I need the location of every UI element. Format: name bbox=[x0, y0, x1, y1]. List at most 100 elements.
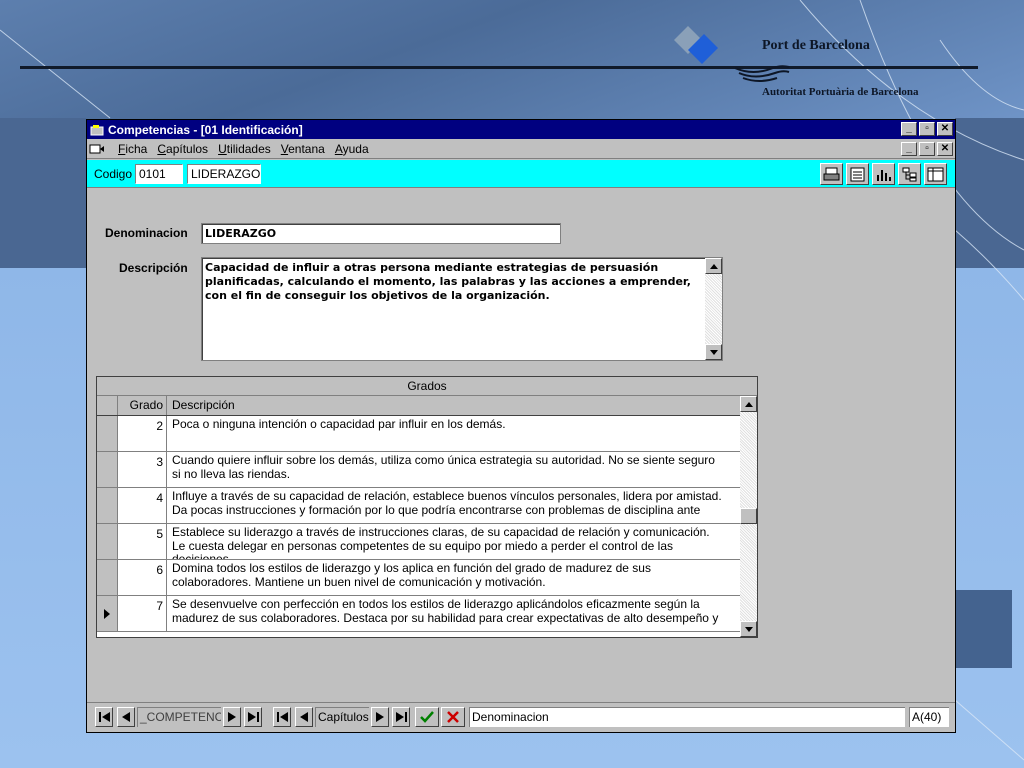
port-logo-icon bbox=[674, 26, 718, 64]
restore-button[interactable]: ▫ bbox=[919, 122, 935, 136]
row-selector[interactable] bbox=[97, 524, 118, 559]
window-title: Competencias - [01 Identificación] bbox=[108, 122, 303, 137]
grid-rows: 2 Poca o ninguna intención o capacidad p… bbox=[97, 416, 740, 637]
menu-ficha-label: icha bbox=[125, 141, 148, 156]
cancel-button[interactable] bbox=[441, 707, 465, 727]
descripcion-scrollbar[interactable] bbox=[705, 258, 722, 360]
chart-icon[interactable] bbox=[872, 163, 895, 185]
column-header-grado[interactable]: Grado bbox=[118, 396, 167, 415]
row-selector[interactable] bbox=[97, 488, 118, 523]
grid-scroll-down-button[interactable] bbox=[740, 621, 757, 637]
menu-ventana-label: entana bbox=[288, 141, 325, 156]
chapter-last-button[interactable] bbox=[392, 707, 410, 727]
toolbar-icons bbox=[820, 163, 947, 185]
doc-close-button[interactable]: ✕ bbox=[937, 142, 953, 156]
last-record-button[interactable] bbox=[244, 707, 262, 727]
table-row[interactable]: 5 Establece su liderazgo a través de ins… bbox=[97, 524, 740, 560]
print-icon[interactable] bbox=[820, 163, 843, 185]
app-icon bbox=[90, 124, 104, 135]
table-navigator-field[interactable]: _COMPETENCI bbox=[137, 707, 221, 727]
document-icon[interactable] bbox=[89, 143, 105, 155]
arrow-up-icon bbox=[709, 263, 718, 269]
codigo-field[interactable]: 0101 bbox=[135, 164, 183, 184]
grid-header: Grado Descripción bbox=[97, 396, 740, 416]
row-selector[interactable] bbox=[97, 452, 118, 487]
menu-ficha[interactable]: Ficha bbox=[113, 142, 152, 156]
descripcion-label: Descripción bbox=[119, 261, 188, 275]
next-icon bbox=[228, 712, 236, 722]
document-window-controls: _ ▫ ✕ bbox=[901, 142, 953, 156]
denominacion-label: Denominacion bbox=[105, 226, 188, 240]
menu-ayuda-label: yuda bbox=[342, 141, 369, 156]
competency-name-field[interactable]: LIDERAZGO bbox=[187, 164, 261, 184]
menu-capitulos-label: apítulos bbox=[166, 141, 209, 156]
codigo-label: Codigo bbox=[94, 167, 133, 181]
descripcion-cell: Domina todos los estilos de liderazgo y … bbox=[172, 561, 651, 589]
row-selector[interactable] bbox=[97, 560, 118, 595]
table-row[interactable]: 4 Influye a través de su capacidad de re… bbox=[97, 488, 740, 524]
first-record-button[interactable] bbox=[95, 707, 113, 727]
descripcion-text: Capacidad de influir a otras persona med… bbox=[205, 261, 691, 302]
table-row[interactable]: 6 Domina todos los estilos de liderazgo … bbox=[97, 560, 740, 596]
confirm-button[interactable] bbox=[415, 707, 439, 727]
grado-cell: 7 bbox=[118, 596, 167, 631]
first-icon bbox=[276, 712, 288, 722]
denominacion-input[interactable]: LIDERAZGO bbox=[201, 223, 561, 244]
descripcion-cell: Establece su liderazgo a través de instr… bbox=[172, 525, 710, 559]
row-selector[interactable] bbox=[97, 416, 118, 451]
menu-ayuda[interactable]: Ayuda bbox=[330, 142, 374, 156]
next-record-button[interactable] bbox=[223, 707, 241, 727]
next-icon bbox=[376, 712, 384, 722]
scroll-up-button[interactable] bbox=[705, 258, 722, 274]
current-row-icon bbox=[104, 608, 110, 619]
grid-scrollbar[interactable] bbox=[740, 396, 757, 637]
chapter-navigator-field[interactable]: Capítulos bbox=[315, 707, 369, 727]
table-row-current[interactable]: 7 Se desenvuelve con perfección en todos… bbox=[97, 596, 740, 632]
columns-icon[interactable] bbox=[924, 163, 947, 185]
menu-utilidades-mnemonic: U bbox=[218, 141, 227, 156]
window-controls: _ ▫ ✕ bbox=[901, 122, 953, 136]
menu-capitulos[interactable]: Capítulos bbox=[152, 142, 213, 156]
previous-record-button[interactable] bbox=[117, 707, 135, 727]
previous-icon bbox=[122, 712, 130, 722]
menu-ventana[interactable]: Ventana bbox=[276, 142, 330, 156]
table-row[interactable]: 2 Poca o ninguna intención o capacidad p… bbox=[97, 416, 740, 452]
window-titlebar[interactable]: Competencias - [01 Identificación] _ ▫ ✕ bbox=[87, 120, 955, 139]
chapter-next-button[interactable] bbox=[371, 707, 389, 727]
header-rule bbox=[20, 66, 978, 69]
minimize-button[interactable]: _ bbox=[901, 122, 917, 136]
menu-utilidades[interactable]: Utilidades bbox=[213, 142, 276, 156]
brand-title: Port de Barcelona bbox=[762, 38, 870, 53]
chapter-previous-button[interactable] bbox=[295, 707, 313, 727]
current-field-name: Denominacion bbox=[469, 707, 905, 727]
previous-icon bbox=[300, 712, 308, 722]
chapter-first-button[interactable] bbox=[273, 707, 291, 727]
grid-caption: Grados bbox=[97, 377, 757, 396]
descripcion-cell: Poca o ninguna intención o capacidad par… bbox=[172, 417, 506, 431]
column-header-descripcion[interactable]: Descripción bbox=[167, 396, 727, 415]
grid-scroll-thumb[interactable] bbox=[740, 508, 757, 524]
app-window: Competencias - [01 Identificación] _ ▫ ✕… bbox=[86, 119, 956, 733]
doc-minimize-button[interactable]: _ bbox=[901, 142, 917, 156]
row-selector-current[interactable] bbox=[97, 596, 118, 631]
menu-bar: Ficha Capítulos Utilidades Ventana Ayuda… bbox=[87, 139, 955, 159]
last-icon bbox=[395, 712, 407, 722]
descripcion-cell: Cuando quiere influir sobre los demás, u… bbox=[172, 453, 715, 481]
close-button[interactable]: ✕ bbox=[937, 122, 953, 136]
form-icon[interactable] bbox=[846, 163, 869, 185]
brand-subtitle: Autoritat Portuària de Barcelona bbox=[762, 86, 919, 98]
doc-restore-button[interactable]: ▫ bbox=[919, 142, 935, 156]
grado-cell: 6 bbox=[118, 560, 167, 595]
cancel-x-icon bbox=[447, 711, 459, 723]
descripcion-cell: Se desenvuelve con perfección en todos l… bbox=[172, 597, 719, 625]
arrow-down-icon bbox=[709, 349, 718, 355]
descripcion-textarea[interactable]: Capacidad de influir a otras persona med… bbox=[201, 257, 723, 361]
checkmark-icon bbox=[420, 711, 434, 723]
scroll-down-button[interactable] bbox=[705, 344, 722, 360]
tree-icon[interactable] bbox=[898, 163, 921, 185]
navigation-bar: _COMPETENCI Capítulos Denominacion A(40) bbox=[87, 702, 955, 732]
first-icon bbox=[98, 712, 110, 722]
grid-scroll-up-button[interactable] bbox=[740, 396, 757, 412]
grado-cell: 3 bbox=[118, 452, 167, 487]
table-row[interactable]: 3 Cuando quiere influir sobre los demás,… bbox=[97, 452, 740, 488]
